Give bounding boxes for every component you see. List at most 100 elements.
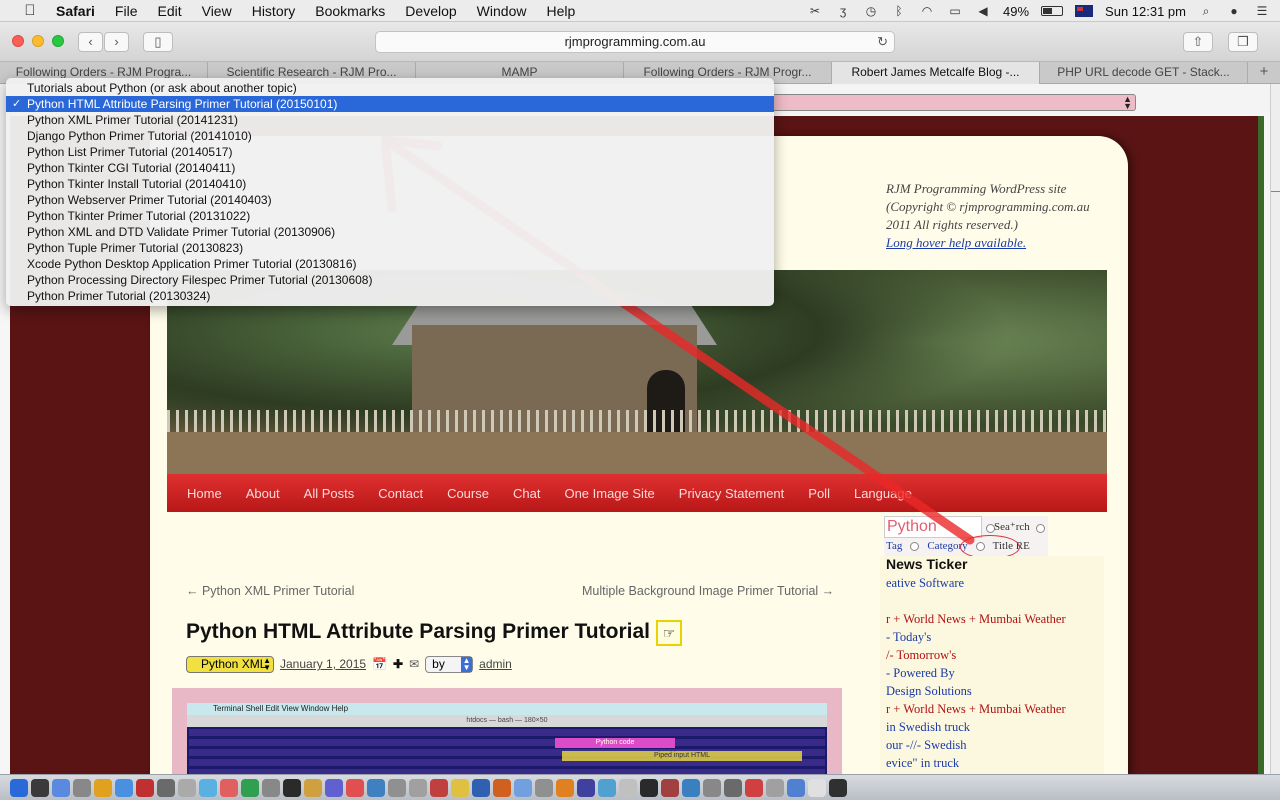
dock-app-icon[interactable] bbox=[577, 778, 595, 797]
dock-app-icon[interactable] bbox=[388, 778, 406, 797]
dock-app-icon[interactable] bbox=[157, 778, 175, 797]
dock-app-icon[interactable] bbox=[640, 778, 658, 797]
notification-center-icon[interactable]: ☰ bbox=[1254, 4, 1270, 18]
dock-app-icon[interactable] bbox=[829, 778, 847, 797]
dock-app-icon[interactable] bbox=[220, 778, 238, 797]
dock-app-icon[interactable] bbox=[535, 778, 553, 797]
dropdown-option[interactable]: Python Tkinter Primer Tutorial (20131022… bbox=[6, 208, 774, 224]
menu-help[interactable]: Help bbox=[546, 3, 575, 19]
dock-app-icon[interactable] bbox=[766, 778, 784, 797]
dropdown-option[interactable]: Xcode Python Desktop Application Primer … bbox=[6, 256, 774, 272]
input-source-flag-icon[interactable] bbox=[1075, 5, 1094, 17]
dock-app-icon[interactable] bbox=[325, 778, 343, 797]
back-button[interactable]: ‹ bbox=[78, 32, 103, 52]
news-ticker-line[interactable]: - Today's bbox=[886, 630, 931, 645]
spotlight-search-icon[interactable]: ⌕ bbox=[1198, 4, 1214, 18]
menu-edit[interactable]: Edit bbox=[157, 3, 181, 19]
dock-app-icon[interactable] bbox=[808, 778, 826, 797]
siri-icon[interactable]: ● bbox=[1226, 4, 1242, 18]
filter-tag-radio[interactable] bbox=[910, 541, 920, 551]
apple-icon[interactable]:  bbox=[22, 2, 38, 19]
dock-app-icon[interactable] bbox=[682, 778, 700, 797]
battery-percent[interactable]: 49% bbox=[1003, 4, 1029, 19]
menu-history[interactable]: History bbox=[252, 3, 296, 19]
plus-icon[interactable]: ✚ bbox=[393, 657, 403, 671]
menu-bookmarks[interactable]: Bookmarks bbox=[315, 3, 385, 19]
next-post-link[interactable]: Multiple Background Image Primer Tutoria… bbox=[582, 584, 834, 598]
nav-all-posts[interactable]: All Posts bbox=[304, 486, 355, 501]
search-radio-2[interactable] bbox=[1036, 524, 1045, 533]
bluetooth-icon[interactable]: ᛒ bbox=[891, 4, 907, 18]
dropdown-option[interactable]: Python Tkinter CGI Tutorial (20140411) bbox=[6, 160, 774, 176]
author-link[interactable]: admin bbox=[479, 657, 512, 671]
dropdown-option[interactable]: Django Python Primer Tutorial (20141010) bbox=[6, 128, 774, 144]
dock-app-icon[interactable] bbox=[409, 778, 427, 797]
dock-app-icon[interactable] bbox=[745, 778, 763, 797]
reload-icon[interactable]: ↻ bbox=[877, 32, 888, 52]
dock-app-icon[interactable] bbox=[52, 778, 70, 797]
previous-post-link[interactable]: ← Python XML Primer Tutorial bbox=[186, 584, 354, 598]
share-button[interactable]: ⇧ bbox=[1183, 32, 1213, 52]
nav-privacy-statement[interactable]: Privacy Statement bbox=[679, 486, 785, 501]
dock-app-icon[interactable] bbox=[283, 778, 301, 797]
new-tab-button[interactable]: + bbox=[1248, 62, 1280, 83]
menubar-clock[interactable]: Sun 12:31 pm bbox=[1105, 4, 1186, 19]
nav-course[interactable]: Course bbox=[447, 486, 489, 501]
dropdown-option[interactable]: Python Webserver Primer Tutorial (201404… bbox=[6, 192, 774, 208]
menu-view[interactable]: View bbox=[202, 3, 232, 19]
menu-app-name[interactable]: Safari bbox=[56, 3, 95, 19]
airplay-icon[interactable]: ▭ bbox=[947, 4, 963, 18]
dock-app-icon[interactable] bbox=[787, 778, 805, 797]
menu-window[interactable]: Window bbox=[477, 3, 527, 19]
dropdown-option[interactable]: Tutorials about Python (or ask about ano… bbox=[6, 80, 774, 96]
dock-app-icon[interactable] bbox=[556, 778, 574, 797]
volume-icon[interactable]: ◀ bbox=[975, 4, 991, 18]
dock-app-icon[interactable] bbox=[661, 778, 679, 797]
dock-app-icon[interactable] bbox=[115, 778, 133, 797]
calendar-icon[interactable]: 📅 bbox=[372, 657, 387, 671]
page-scrollbar[interactable] bbox=[1270, 84, 1280, 774]
search-input[interactable] bbox=[884, 516, 982, 538]
dock-app-icon[interactable] bbox=[703, 778, 721, 797]
dropdown-option[interactable]: Python XML Primer Tutorial (20141231) bbox=[6, 112, 774, 128]
dropdown-option[interactable]: ✓ Python HTML Attribute Parsing Primer Tu… bbox=[6, 96, 774, 112]
news-ticker-line[interactable]: r + World News + Mumbai Weather bbox=[886, 612, 1066, 627]
dock-app-icon[interactable] bbox=[724, 778, 742, 797]
dock-app-icon[interactable] bbox=[346, 778, 364, 797]
close-window-button[interactable] bbox=[12, 35, 24, 47]
news-ticker-line[interactable]: - Powered By bbox=[886, 666, 955, 681]
forward-button[interactable]: › bbox=[104, 32, 129, 52]
post-screenshot-image[interactable]: Terminal Shell Edit View Window Help htd… bbox=[172, 688, 842, 774]
filter-tag[interactable]: Tag bbox=[886, 540, 902, 552]
topic-select[interactable]: ▲ ▼ bbox=[770, 94, 1136, 111]
dock-app-icon[interactable] bbox=[451, 778, 469, 797]
news-ticker-line[interactable]: evice" in truck bbox=[886, 756, 959, 771]
address-bar[interactable]: rjmprogramming.com.au ↻ bbox=[375, 31, 895, 53]
nav-one-image-site[interactable]: One Image Site bbox=[564, 486, 654, 501]
dropdown-option[interactable]: Python Tkinter Install Tutorial (2014041… bbox=[6, 176, 774, 192]
email-icon[interactable]: ✉ bbox=[409, 657, 419, 671]
nav-home[interactable]: Home bbox=[187, 486, 222, 501]
news-ticker-line[interactable]: /- Tomorrow's bbox=[886, 648, 956, 663]
time-machine-icon[interactable]: ◷ bbox=[863, 4, 879, 18]
by-select[interactable]: by ▲ ▼ bbox=[425, 655, 474, 673]
sidebar-toggle-button[interactable]: ▯ bbox=[143, 32, 173, 52]
news-ticker-line[interactable]: our -//- Swedish bbox=[886, 738, 967, 753]
pointing-hand-icon[interactable]: ☞ bbox=[656, 620, 682, 646]
dock-app-icon[interactable] bbox=[514, 778, 532, 797]
nav-chat[interactable]: Chat bbox=[513, 486, 540, 501]
dock-app-icon[interactable] bbox=[619, 778, 637, 797]
news-ticker-line[interactable]: in Swedish truck bbox=[886, 720, 970, 735]
dock-app-icon[interactable] bbox=[10, 778, 28, 797]
dropdown-option[interactable]: Python Tuple Primer Tutorial (20130823) bbox=[6, 240, 774, 256]
nav-about[interactable]: About bbox=[246, 486, 280, 501]
dock-app-icon[interactable] bbox=[178, 778, 196, 797]
dock-app-icon[interactable] bbox=[304, 778, 322, 797]
dock-app-icon[interactable] bbox=[598, 778, 616, 797]
dock-app-icon[interactable] bbox=[430, 778, 448, 797]
dropdown-option[interactable]: Python Processing Directory Filespec Pri… bbox=[6, 272, 774, 288]
post-date-link[interactable]: January 1, 2015 bbox=[280, 657, 366, 671]
dock-app-icon[interactable] bbox=[241, 778, 259, 797]
battery-icon[interactable] bbox=[1041, 6, 1064, 16]
nav-poll[interactable]: Poll bbox=[808, 486, 830, 501]
